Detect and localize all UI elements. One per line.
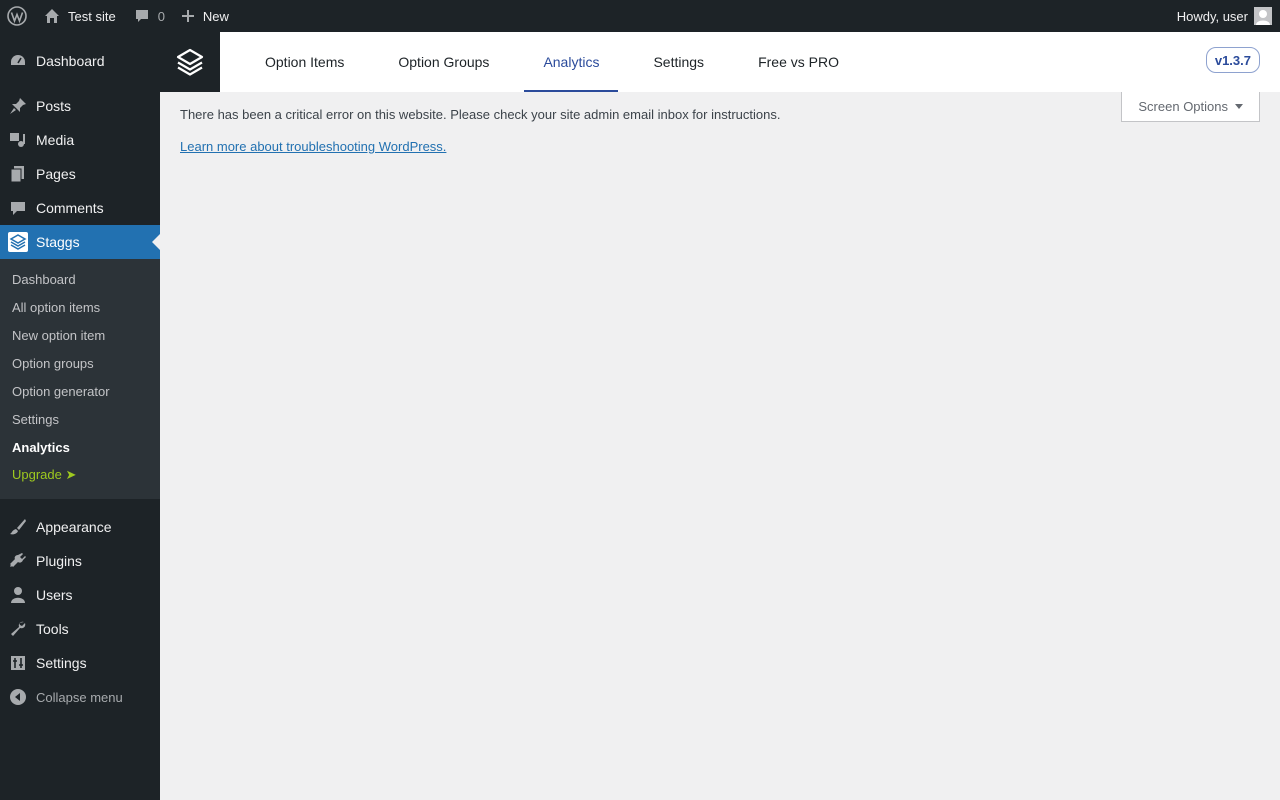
menu-item-settings[interactable]: Settings: [0, 646, 160, 680]
menu-item-plugins[interactable]: Plugins: [0, 544, 160, 578]
greeting: Howdy, user: [1176, 8, 1248, 24]
menu-item-appearance[interactable]: Appearance: [0, 510, 160, 544]
plugin-header: Option Items Option Groups Analytics Set…: [160, 32, 1280, 92]
menu-label: Dashboard: [36, 53, 105, 69]
submenu-item-all-option-items[interactable]: All option items: [0, 293, 160, 321]
menu-item-comments[interactable]: Comments: [0, 191, 160, 225]
collapse-arrow-icon: [0, 689, 36, 705]
menu-label: Pages: [36, 166, 76, 182]
collapse-label: Collapse menu: [36, 689, 123, 705]
wordpress-logo-icon[interactable]: [0, 0, 34, 32]
new-label: New: [202, 8, 229, 24]
menu-item-pages[interactable]: Pages: [0, 157, 160, 191]
menu-item-staggs[interactable]: Staggs: [0, 225, 160, 259]
screen-options-button[interactable]: Screen Options: [1121, 92, 1260, 122]
troubleshooting-link[interactable]: Learn more about troubleshooting WordPre…: [180, 139, 446, 154]
staggs-icon: [0, 232, 36, 252]
collapse-menu-button[interactable]: Collapse menu: [0, 680, 160, 714]
comments-link[interactable]: 0: [126, 0, 173, 32]
home-icon: [44, 8, 60, 24]
menu-label: Plugins: [36, 553, 82, 569]
menu-item-users[interactable]: Users: [0, 578, 160, 612]
avatar: [1254, 7, 1272, 25]
tab-option-items[interactable]: Option Items: [246, 32, 363, 92]
settings-icon: [0, 654, 36, 672]
menu-label: Staggs: [36, 234, 80, 250]
submenu-item-dashboard[interactable]: Dashboard: [0, 265, 160, 293]
admin-bar: Test site 0 New Howdy, user: [0, 0, 1280, 32]
tab-settings[interactable]: Settings: [634, 32, 723, 92]
tab-analytics[interactable]: Analytics: [524, 32, 619, 92]
site-name: Test site: [68, 8, 116, 24]
comments-count: 0: [157, 8, 165, 24]
submenu-item-new-option-item[interactable]: New option item: [0, 321, 160, 349]
user-icon: [0, 586, 36, 604]
tab-free-vs-pro[interactable]: Free vs PRO: [739, 32, 858, 92]
menu-label: Comments: [36, 200, 104, 216]
media-icon: [0, 131, 36, 149]
comment-bubble-icon: [134, 8, 150, 24]
wrench-icon: [0, 620, 36, 638]
submenu-item-upgrade[interactable]: Upgrade ➤: [0, 461, 160, 489]
plugin-icon: [0, 552, 36, 570]
plus-icon: [181, 9, 195, 23]
pages-icon: [0, 165, 36, 183]
menu-label: Settings: [36, 655, 87, 671]
menu-item-dashboard[interactable]: Dashboard: [0, 44, 160, 78]
submenu-item-option-groups[interactable]: Option groups: [0, 349, 160, 377]
menu-label: Media: [36, 132, 75, 148]
new-content-link[interactable]: New: [173, 0, 239, 32]
version-badge: v1.3.7: [1205, 47, 1260, 73]
caret-down-icon: [1235, 104, 1243, 109]
menu-label: Appearance: [36, 519, 112, 535]
menu-label: Tools: [36, 621, 69, 637]
site-name-link[interactable]: Test site: [34, 0, 126, 32]
staggs-submenu: Dashboard All option items New option it…: [0, 259, 160, 499]
menu-item-posts[interactable]: Posts: [0, 89, 160, 123]
submenu-item-analytics[interactable]: Analytics: [0, 433, 160, 461]
menu-label: Posts: [36, 98, 72, 114]
plugin-tabs: Option Items Option Groups Analytics Set…: [246, 32, 874, 92]
dashboard-icon: [0, 52, 36, 70]
menu-item-tools[interactable]: Tools: [0, 612, 160, 646]
menu-label: Users: [36, 587, 73, 603]
pin-icon: [0, 97, 36, 115]
screen-options-label: Screen Options: [1138, 99, 1228, 114]
my-account-link[interactable]: Howdy, user: [1177, 0, 1280, 32]
submenu-item-option-generator[interactable]: Option generator: [0, 377, 160, 405]
staggs-logo-icon[interactable]: [160, 32, 220, 92]
tab-option-groups[interactable]: Option Groups: [379, 32, 508, 92]
admin-sidebar: Dashboard Posts Media Pages Comments Sta…: [0, 32, 160, 800]
critical-error-message: There has been a critical error on this …: [180, 107, 781, 122]
submenu-item-settings[interactable]: Settings: [0, 405, 160, 433]
brush-icon: [0, 518, 36, 536]
menu-item-media[interactable]: Media: [0, 123, 160, 157]
comment-icon: [0, 199, 36, 217]
